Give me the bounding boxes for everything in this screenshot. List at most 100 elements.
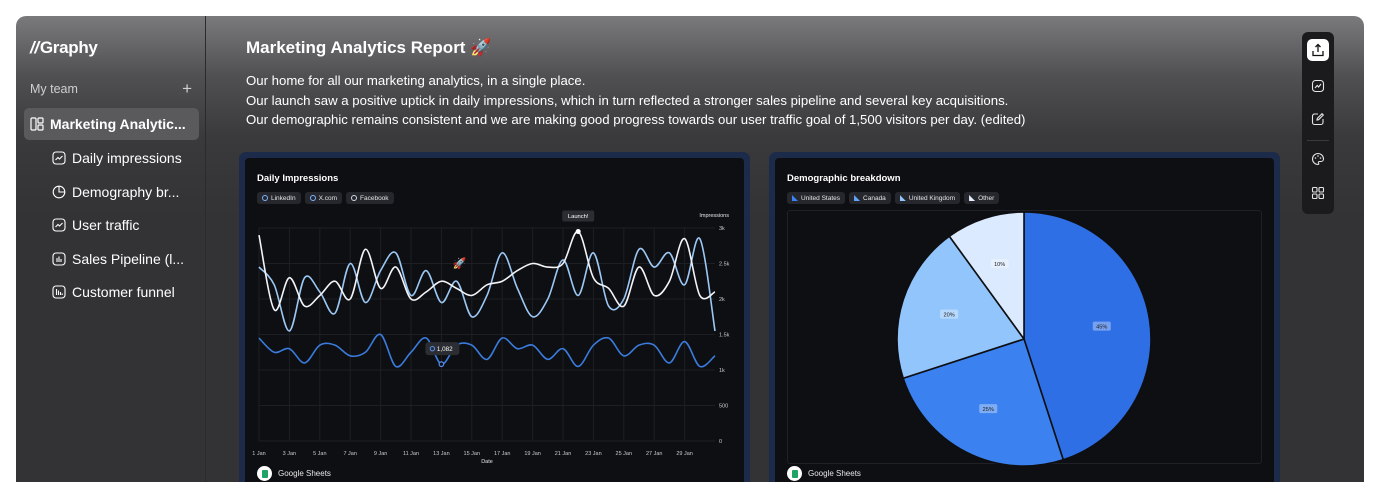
bar-chart-icon [52, 252, 66, 266]
legend-item-xcom[interactable]: X.com [304, 192, 342, 204]
sidebar-item-label: Customer funnel [72, 284, 175, 300]
sidebar-item-label: User traffic [72, 217, 140, 233]
legend-item-united-kingdom[interactable]: United Kingdom [894, 192, 961, 204]
impressions-card-title: Daily Impressions [257, 173, 339, 184]
bar-chart-icon [52, 285, 66, 299]
edit-icon [1311, 112, 1325, 126]
sidebar-item-label: Marketing Analytic... [50, 116, 186, 132]
add-text-button[interactable] [1307, 108, 1329, 130]
data-source: Google Sheets [787, 466, 861, 481]
sidebar-item-sales-pipeline[interactable]: Sales Pipeline (l... [24, 243, 200, 275]
layout-button[interactable] [1307, 182, 1329, 204]
theme-button[interactable] [1307, 148, 1329, 170]
legend-marker [351, 195, 357, 201]
pie-chart-icon [52, 185, 66, 199]
brand-name: Graphy [39, 38, 98, 57]
x-axis-title: Date [481, 459, 493, 465]
legend-label: Other [978, 194, 995, 202]
right-toolbar [1302, 32, 1334, 214]
x-tick-label: 29 Jan [676, 451, 693, 457]
legend-marker [969, 195, 976, 201]
demographic-legend: United States Canada United Kingdom Othe… [787, 192, 1000, 204]
add-dashboard-button[interactable]: + [182, 80, 192, 97]
launch-annotation-label: Launch! [568, 214, 589, 220]
demographic-card: Demographic breakdown United States Cana… [775, 158, 1274, 482]
legend-label: United States [801, 194, 841, 202]
x-tick-label: 19 Jan [524, 451, 541, 457]
y-tick-label: 2.5k [719, 262, 730, 268]
team-label: My team [30, 82, 78, 96]
sidebar-item-customer-funnel[interactable]: Customer funnel [24, 276, 200, 308]
x-tick-label: 25 Jan [616, 451, 633, 457]
sidebar-item-daily-impressions[interactable]: Daily impressions [24, 142, 200, 174]
impressions-card: Daily Impressions LinkedIn X.com Faceboo… [245, 158, 744, 482]
sidebar-item-label: Demography br... [72, 184, 180, 200]
impressions-legend: LinkedIn X.com Facebook [257, 192, 394, 204]
add-chart-button[interactable] [1307, 75, 1329, 97]
impressions-line-chart[interactable]: 0 500 1k 1.5k 2k 2.5k 3k 1 Jan 3 Jan 5 Jan 7 Jan 9 … [245, 208, 744, 478]
team-header: My team + [30, 80, 192, 97]
demographic-card-frame[interactable]: Demographic breakdown United States Cana… [769, 152, 1280, 482]
dashboard-icon [30, 117, 44, 131]
slice-label: 45% [1096, 325, 1107, 331]
y-tick-label: 1k [719, 368, 725, 374]
legend-item-linkedin[interactable]: LinkedIn [257, 192, 301, 204]
launch-point [575, 229, 581, 235]
legend-item-canada[interactable]: Canada [849, 192, 891, 204]
legend-item-united-states[interactable]: United States [787, 192, 846, 204]
share-button[interactable] [1307, 39, 1329, 61]
legend-label: X.com [318, 194, 337, 202]
legend-marker [854, 195, 861, 201]
impressions-card-frame[interactable]: Daily Impressions LinkedIn X.com Faceboo… [239, 152, 750, 482]
description-line: Our demographic remains consistent and w… [246, 112, 1026, 127]
google-sheets-icon [257, 466, 272, 481]
x-tick-label: 27 Jan [646, 451, 663, 457]
toolbar-divider [1307, 140, 1329, 141]
line-chart-icon [52, 151, 66, 165]
slice-label: 25% [983, 407, 994, 413]
series-line-facebook [258, 333, 716, 368]
chart-icon [1311, 79, 1325, 93]
x-tick-label: 15 Jan [464, 451, 481, 457]
brand-mark: // [30, 38, 39, 57]
x-tick-label: 1 Jan [252, 451, 265, 457]
x-tick-label: 21 Jan [555, 451, 572, 457]
sidebar: //Graphy My team + Marketing Analytic...… [16, 16, 206, 482]
description-line: Our home for all our marketing analytics… [246, 73, 586, 88]
description-line: Our launch saw a positive uptick in dail… [246, 93, 1009, 108]
demographic-card-title: Demographic breakdown [787, 173, 901, 184]
y-tick-label: 2k [719, 297, 725, 303]
x-tick-label: 23 Jan [585, 451, 602, 457]
demographic-pie-chart[interactable]: 45% 25% 20% 10% [775, 208, 1274, 478]
sidebar-item-demography[interactable]: Demography br... [24, 176, 200, 208]
x-tick-label: 5 Jan [313, 451, 326, 457]
google-sheets-icon [787, 466, 802, 481]
legend-label: LinkedIn [271, 194, 296, 202]
x-tick-label: 13 Jan [433, 451, 450, 457]
tooltip-value: 1,082 [437, 346, 453, 353]
app-window: //Graphy My team + Marketing Analytic...… [16, 16, 1364, 482]
sidebar-item-user-traffic[interactable]: User traffic [24, 209, 200, 241]
palette-icon [1312, 152, 1325, 166]
legend-marker [899, 195, 906, 201]
legend-item-other[interactable]: Other [964, 192, 1000, 204]
grid-icon [1311, 186, 1325, 200]
legend-marker [262, 195, 268, 201]
slice-label: 20% [944, 313, 955, 319]
y-tick-label: 3k [719, 226, 725, 232]
x-tick-label: 3 Jan [283, 451, 296, 457]
brand-logo[interactable]: //Graphy [30, 38, 98, 58]
legend-label: Facebook [360, 194, 389, 202]
x-tick-label: 9 Jan [374, 451, 387, 457]
x-tick-label: 17 Jan [494, 451, 511, 457]
share-icon [1312, 43, 1324, 57]
legend-label: United Kingdom [908, 194, 956, 202]
data-source: Google Sheets [257, 466, 331, 481]
tooltip-point [438, 361, 445, 368]
legend-item-facebook[interactable]: Facebook [346, 192, 394, 204]
sidebar-item-label: Daily impressions [72, 150, 182, 166]
rocket-icon: 🚀 [453, 257, 467, 270]
legend-marker [792, 195, 798, 201]
sidebar-item-marketing-analytics[interactable]: Marketing Analytic... [24, 108, 199, 140]
legend-label: Canada [863, 194, 886, 202]
